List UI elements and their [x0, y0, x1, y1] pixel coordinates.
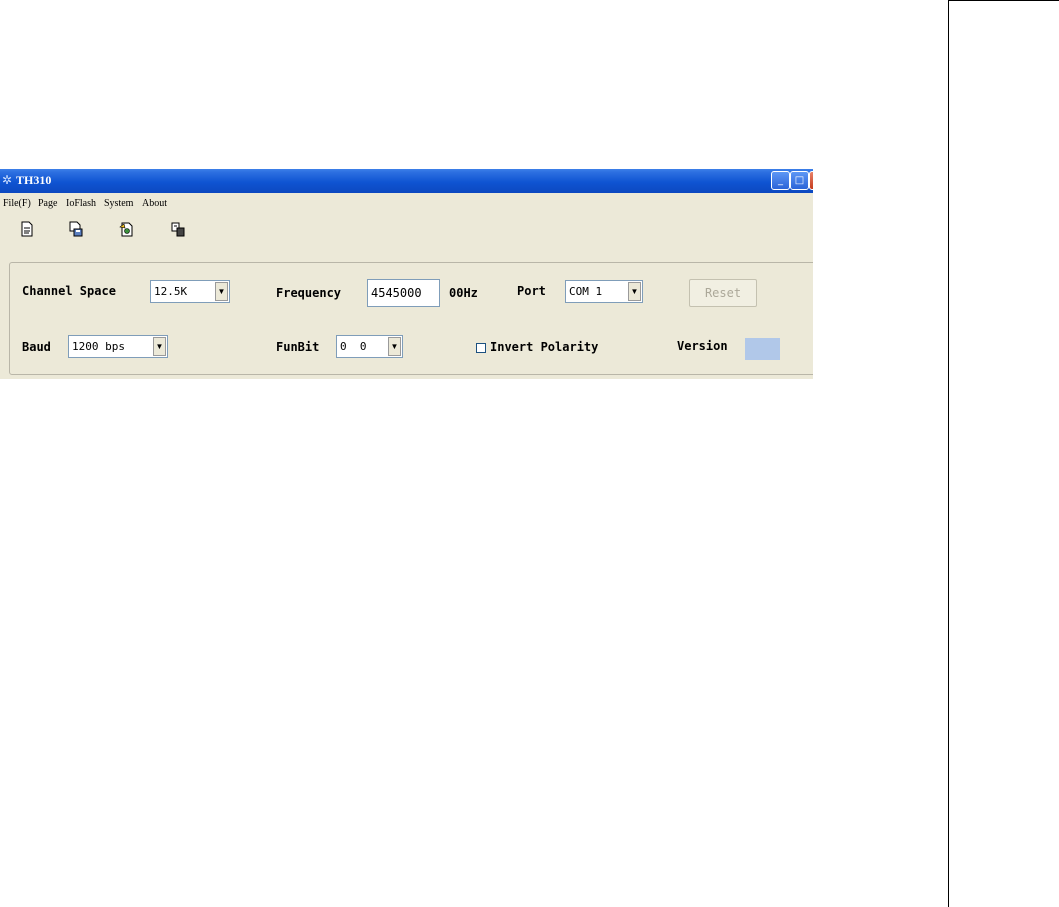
close-button[interactable]: × [809, 171, 813, 190]
funbit-select[interactable]: 0 0 ▼ [336, 335, 403, 358]
funbit-value: 0 0 [340, 340, 367, 353]
menu-ioflash[interactable]: IoFlash [66, 198, 96, 209]
port-value: COM 1 [569, 285, 603, 298]
invert-polarity-checkbox[interactable] [476, 343, 486, 353]
save-document-icon[interactable] [69, 221, 83, 237]
copy-icon[interactable] [171, 221, 185, 237]
frequency-input[interactable] [368, 280, 439, 306]
version-display [745, 338, 780, 360]
channel-space-select[interactable]: 12.5K ▼ [150, 280, 230, 303]
toolbar [0, 217, 813, 243]
menu-file[interactable]: File(F) [3, 198, 31, 209]
channel-space-label: Channel Space [22, 284, 116, 298]
chevron-down-icon[interactable]: ▼ [215, 282, 228, 301]
new-document-icon[interactable] [20, 221, 34, 237]
baud-select[interactable]: 1200 bps ▼ [68, 335, 168, 358]
invert-polarity-label: Invert Polarity [490, 340, 599, 354]
open-document-icon[interactable] [119, 221, 133, 237]
menu-system[interactable]: System [104, 198, 133, 209]
frequency-field[interactable] [367, 279, 440, 307]
port-select[interactable]: COM 1 ▼ [565, 280, 643, 303]
minimize-button[interactable]: _ [771, 171, 790, 190]
chevron-down-icon[interactable]: ▼ [628, 282, 641, 301]
port-label: Port [517, 284, 546, 298]
baud-label: Baud [22, 340, 51, 354]
menu-bar: File(F) Page IoFlash System About [0, 196, 813, 212]
frequency-unit: 00Hz [449, 286, 478, 300]
reset-button[interactable]: Reset [689, 279, 757, 307]
app-window: ✲ TH310 _ □ × File(F) Page IoFlash Syste… [0, 169, 813, 379]
maximize-button[interactable]: □ [790, 171, 809, 190]
app-icon: ✲ [2, 173, 13, 187]
funbit-label: FunBit [276, 340, 320, 354]
baud-value: 1200 bps [72, 340, 125, 353]
version-label: Version [677, 339, 728, 353]
channel-space-value: 12.5K [154, 285, 188, 298]
chevron-down-icon[interactable]: ▼ [153, 337, 166, 356]
menu-about[interactable]: About [142, 198, 167, 209]
menu-page[interactable]: Page [38, 198, 57, 209]
side-panel [948, 0, 1059, 907]
window-title: TH310 [16, 173, 52, 187]
title-bar[interactable]: ✲ TH310 _ □ × [0, 169, 813, 193]
chevron-down-icon[interactable]: ▼ [388, 337, 401, 356]
frequency-label: Frequency [276, 286, 342, 300]
